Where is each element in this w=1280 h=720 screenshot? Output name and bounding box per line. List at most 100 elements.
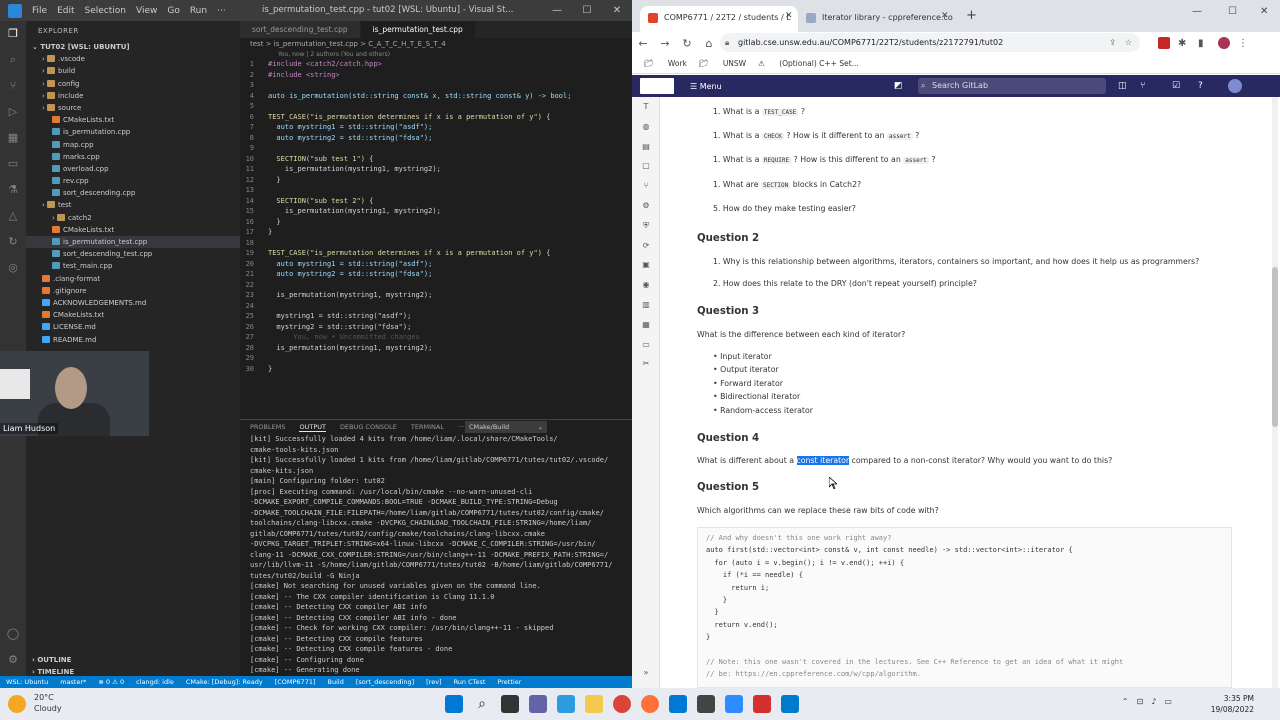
code-line[interactable]: 20 auto mystring1 = std::string("asdf"); [240,259,632,270]
user-avatar[interactable] [1228,79,1242,93]
testing-icon[interactable]: ⚗ [0,177,26,203]
panel-tab[interactable]: OUTPUT [299,423,326,432]
weather-icon[interactable] [8,695,26,713]
menu-item[interactable]: View [136,6,157,16]
forward-icon[interactable]: → [654,37,676,50]
edge-icon[interactable] [557,695,575,713]
wiki-icon[interactable]: ▭ [632,335,660,355]
close-tab-icon[interactable]: ✕ [785,11,793,21]
menu-item[interactable]: File [32,6,47,16]
code-line[interactable]: 12 } [240,175,632,186]
home-icon[interactable]: ⌂ [698,37,720,50]
menu-item[interactable]: Go [167,6,179,16]
docker-icon[interactable]: ◎ [0,255,26,281]
maximize-icon[interactable]: ☐ [1228,6,1237,17]
analytics-icon[interactable]: ▦ [632,315,660,335]
tree-item[interactable]: overload.cpp [26,163,240,175]
tree-item[interactable]: marks.cpp [26,151,240,163]
bookmark-cpp-set[interactable]: ⚠ (Optional) C++ Set... [758,59,859,68]
panel-tab[interactable]: TERMINAL [411,423,444,431]
maximize-icon[interactable]: ☐ [572,0,602,21]
status-item[interactable]: [sort_descending] [356,678,414,686]
chrome-icon[interactable] [613,695,631,713]
code-line[interactable]: 17} [240,227,632,238]
menu-item[interactable]: Run [190,6,207,16]
code-line[interactable]: 19 TEST_CASE("is_permutation determines i… [240,248,632,259]
status-item[interactable]: ⊗ 0 ⚠ 0 [98,678,124,686]
status-item[interactable]: WSL: Ubuntu [6,678,48,686]
unsw-logo[interactable] [640,78,674,94]
infrastructure-icon[interactable]: ▥ [632,295,660,315]
code-line[interactable]: 9 [240,143,632,154]
tree-item[interactable]: › build [26,65,240,77]
collapse-sidebar-icon[interactable]: » [632,663,660,683]
code-line[interactable]: 7 auto mystring1 = std::string("asdf"); [240,122,632,133]
help-icon[interactable]: ? [1198,81,1203,91]
back-icon[interactable]: ← [632,37,654,50]
output-channel-select[interactable]: CMake/Build ⌄ [465,421,547,433]
run-debug-icon[interactable]: ▷ [0,99,26,125]
status-item[interactable]: Prettier [497,678,521,686]
extensions-puzzle-icon[interactable]: ✱ [1178,38,1186,49]
status-item[interactable]: [COMP6771] [275,678,316,686]
snippets-icon[interactable]: ✂ [632,354,660,374]
vscode-icon[interactable] [781,695,799,713]
code-line[interactable]: 14 SECTION("sub test 2") { [240,196,632,207]
tree-item[interactable]: CMakeLists.txt [26,114,240,126]
new-tab-icon[interactable]: + [966,8,977,23]
todos-icon[interactable]: ☑ [1172,81,1180,91]
search-icon[interactable]: ⌕ [473,695,491,713]
tree-item[interactable]: is_permutation_test.cpp [26,236,240,249]
code-line[interactable]: 15 is_permutation(mystring1, mystring2); [240,206,632,217]
tree-item[interactable]: map.cpp [26,139,240,151]
merge-requests-icon[interactable]: ⑂ [1140,81,1145,91]
tree-item[interactable]: sort_descending.cpp [26,187,240,199]
tree-item[interactable]: ACKNOWLEDGEMENTS.md [26,297,240,309]
firefox-icon[interactable] [641,695,659,713]
code-line[interactable]: 4 auto is_permutation(std::string const& … [240,91,632,102]
page-scrollbar[interactable] [1272,97,1278,688]
status-item[interactable]: Build [328,678,344,686]
gitlab-search-input[interactable]: ⌕ Search GitLab [918,78,1106,94]
tree-item[interactable]: › test [26,199,240,211]
tree-item[interactable]: sort_descending_test.cpp [26,248,240,260]
security-icon[interactable]: ⛨ [632,216,660,236]
reload-icon[interactable]: ↻ [676,37,698,50]
code-line[interactable]: 2 #include <string> [240,70,632,81]
chrome-menu-icon[interactable]: ⋮ [1238,38,1248,49]
tree-item[interactable]: is_permutation.cpp [26,126,240,138]
menu-item[interactable]: ··· [217,6,226,16]
tree-item[interactable]: › config [26,78,240,90]
file-explorer-icon[interactable] [585,695,603,713]
tree-item[interactable]: CMakeLists.txt [26,309,240,321]
status-item[interactable]: master* [60,678,86,686]
start-windows-icon[interactable] [445,695,463,713]
project-avatar[interactable]: T [632,97,660,117]
extension-icon[interactable] [1158,37,1170,49]
tree-item[interactable]: rev.cpp [26,175,240,187]
ci-cd-icon[interactable]: ⚙ [632,196,660,216]
breadcrumb[interactable]: test > is_permutation_test.cpp > C_A_T_C… [240,38,632,51]
outline-section[interactable]: › OUTLINE [32,654,71,666]
merge-requests-icon[interactable]: ⑂ [632,176,660,196]
code-line[interactable]: 8 auto mystring2 = std::string("fdsa"); [240,133,632,144]
panel-tab[interactable]: PROBLEMS [250,423,285,431]
browser-tab-cppreference[interactable]: Iterator library - cppreference.co [798,6,958,32]
browser-tab-gitlab[interactable]: COMP6771 / 22T2 / students / L [640,6,798,32]
extensions-icon[interactable]: ▦ [0,125,26,151]
editor-tab[interactable]: sort_descending_test.cpp [240,21,361,38]
code-line[interactable]: 5 [240,101,632,112]
code-line[interactable]: 28 is_permutation(mystring1, mystring2); [240,343,632,354]
status-item[interactable]: [rev] [426,678,441,686]
code-line[interactable]: 22 [240,280,632,291]
packages-icon[interactable]: ▣ [632,255,660,275]
code-line[interactable]: 30} [240,364,632,375]
teams-icon[interactable] [529,695,547,713]
code-line[interactable]: 18 [240,238,632,249]
source-control-icon[interactable]: ⑂ [0,73,26,99]
minimize-icon[interactable]: — [1192,6,1202,17]
weather-widget[interactable]: 20°C Cloudy [34,692,62,714]
code-line[interactable]: 6 TEST_CASE("is_permutation determines if… [240,112,632,123]
cmake-icon[interactable]: △ [0,203,26,229]
close-icon[interactable]: ✕ [1260,6,1268,17]
